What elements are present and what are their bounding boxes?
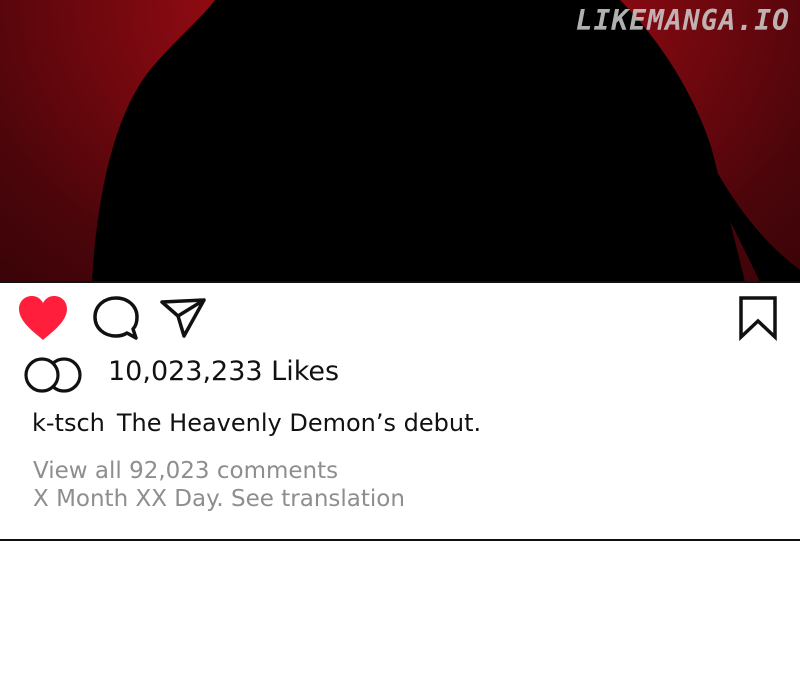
- card-bottom-border: [0, 539, 800, 541]
- heart-icon[interactable]: [16, 294, 70, 342]
- likes-count[interactable]: 10,023,233 Likes: [108, 356, 339, 387]
- post-date-translation[interactable]: X Month XX Day. See translation: [33, 486, 405, 512]
- post-caption: k-tsch The Heavenly Demon’s debut.: [32, 409, 481, 437]
- liker-avatars-icon[interactable]: [23, 356, 85, 394]
- view-comments-link[interactable]: View all 92,023 comments: [33, 458, 338, 484]
- watermark: LIKEMANGA.IO: [575, 4, 790, 37]
- bookmark-icon[interactable]: [737, 295, 779, 341]
- caption-text: The Heavenly Demon’s debut.: [116, 409, 482, 437]
- paper-plane-icon[interactable]: [158, 296, 208, 340]
- silhouette-figure: [92, 0, 800, 282]
- caption-username[interactable]: k-tsch: [32, 409, 105, 437]
- post-image: LIKEMANGA.IO: [0, 0, 800, 282]
- comment-bubble-icon[interactable]: [92, 294, 140, 342]
